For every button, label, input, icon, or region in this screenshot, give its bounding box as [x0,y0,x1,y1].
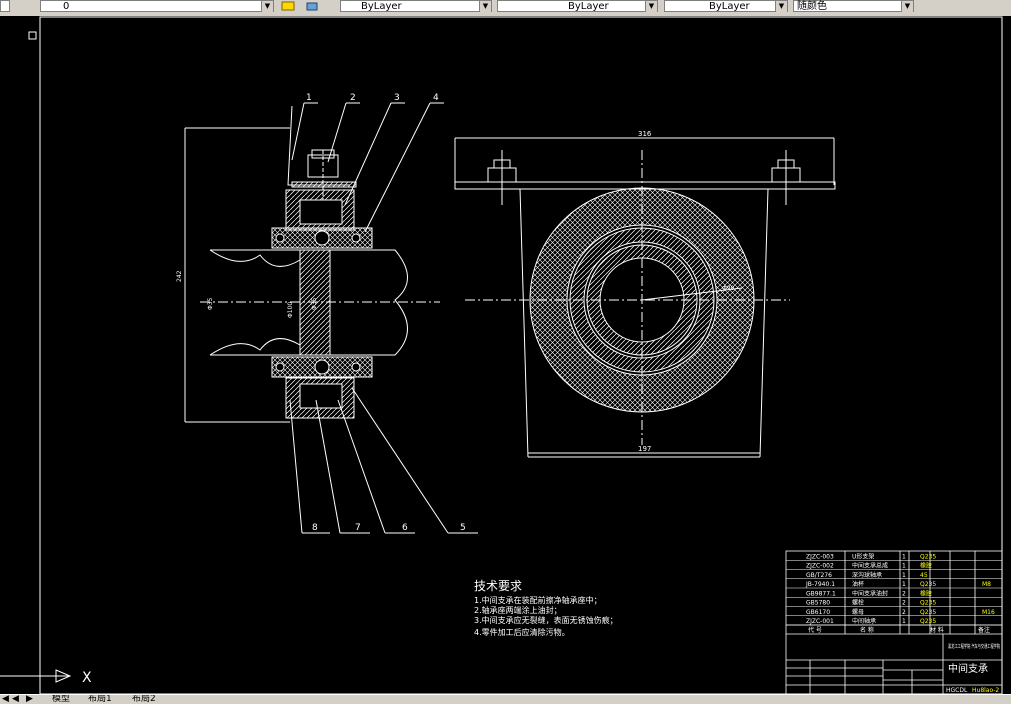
bom-cell-code: ZJZC-003 [806,553,834,560]
bom-cell-code: GB6170 [806,609,830,616]
bom-cell-code: ZJZC-002 [806,563,834,570]
balloon-3: 3 [394,93,400,103]
section-view: Φ35 Φ100 Φ35 242 [176,102,478,534]
dim-bottom-width-label: 197 [638,445,651,453]
bom-cell-mat: Q235 [920,609,936,616]
linetype-value: ByLayer [568,1,609,12]
notes-item-1: 1.中间支承在装配前擦净轴承座中； [474,595,602,605]
lineweight-combo[interactable]: ByLayer ▼ [664,0,788,12]
notes-item-4: 4.零件加工后应清除污物。 [474,627,570,637]
bom-cell-qty: 1 [902,563,906,570]
plotstyle-value: 随颜色 [797,1,827,12]
dim-top-width-label: 316 [638,130,652,138]
bom-cell-qty: 1 [902,581,906,588]
chevron-down-icon[interactable]: ▼ [645,1,657,12]
dim-height-label: 242 [176,270,183,282]
bom-cell-name: 中间轴承 [852,617,876,625]
balloon-8: 8 [312,523,318,533]
bom-cell-code: GB/T276 [806,572,832,579]
notes-title: 技术要求 [474,579,522,593]
layer-icon-box[interactable] [0,0,10,12]
bom-cell-mat: 45 [920,572,928,579]
bom-cell-code: GB9877.1 [806,590,836,597]
layer-state-icon[interactable] [281,0,295,12]
bom-cell-mat: Q235 [920,618,936,625]
balloon-6: 6 [402,523,408,533]
end-view [454,137,836,458]
color-value: ByLayer [361,1,402,12]
bom-cell-qty: 2 [902,609,906,616]
lineweight-value: ByLayer [709,1,750,12]
notes-item-3: 3.中间支承应无裂缝，表面无锈蚀伤痕； [474,615,618,625]
ucs-icon [0,669,72,683]
bom-cell-mat: 橡胶 [920,562,932,570]
balloon-7: 7 [355,523,361,533]
bom-cell-name: 中间支承总成 [852,562,888,570]
balloon-5: 5 [460,523,466,533]
bom-table: ZJZC-003 U形支架 1 Q235 ZJZC-002 中间支承总成 1 橡胶 GB/T27… [786,552,1002,626]
bom-cell-code: JB-7940.1 [805,581,835,588]
bom-cell-note: M16 [982,609,995,616]
drawing-canvas[interactable]: Φ35 Φ100 Φ35 242 1 2 3 4 5 6 7 8 316 197… [0,16,1011,695]
bom-cell-qty: 2 [902,590,906,597]
bom-cell-name: 中间支承油封 [852,589,888,597]
drawing-number: HGCDL [946,687,968,694]
layer-combo[interactable]: 0 ▼ [40,0,274,12]
school-name: 黑龙江工程学院 汽车与交通工程学院 [948,643,1000,650]
layer-previous-icon[interactable] [305,0,319,12]
bom-cell-qty: 1 [902,572,906,579]
balloon-4: 4 [433,93,439,103]
bom-header-material: 材 料 [930,626,944,634]
bom-cell-name: U形支架 [852,552,874,560]
bom-cell-qty: 1 [902,553,906,560]
linetype-combo[interactable]: ByLayer ▼ [497,0,658,12]
color-combo[interactable]: ByLayer ▼ [340,0,492,12]
bom-cell-code: ZJZC-001 [806,618,834,625]
balloon-1: 1 [306,93,312,103]
notes-item-2: 2.轴承座两端涂上油封； [474,605,562,615]
bom-cell-note: M8 [982,581,991,588]
dim-inner-label: Φ35 [311,297,318,310]
drawing-name: 中间支承 [948,662,988,675]
bom-cell-code: GB5780 [806,600,830,607]
chevron-down-icon[interactable]: ▼ [775,1,787,12]
bom-cell-name: 螺栓 [852,599,864,607]
bom-cell-mat: Q235 [920,553,936,560]
chevron-down-icon[interactable]: ▼ [901,1,913,12]
bom-cell-name: 螺母 [852,608,864,616]
chevron-down-icon[interactable]: ▼ [261,1,273,12]
dim-shaft-label: Φ35 [207,297,214,310]
bom-cell-name: 油杯 [852,580,864,588]
layer-value: 0 [63,1,70,12]
bom-cell-name: 深沟球轴承 [852,571,882,579]
plotstyle-combo[interactable]: 随颜色 ▼ [793,0,914,12]
bom-header-note: 备注 [978,626,990,634]
properties-toolbar: 0 ▼ ByLayer ▼ ByLayer ▼ ByLayer ▼ 随颜色 ▼ [0,0,1011,17]
dim-outer-dia-label: Φ90 [722,285,735,292]
bom-cell-mat: Q235 [920,600,936,607]
ucs-x-label: X [82,670,92,686]
bom-header-code: 代 号 [808,626,822,634]
bom-cell-qty: 2 [902,600,906,607]
bom-cell-mat: Q235 [920,581,936,588]
technical-notes: 技术要求 1.中间支承在装配前擦净轴承座中； 2.轴承座两端涂上油封； 3.中间… [474,579,618,637]
drawing-number-suffix: Hu8lao-2 [972,687,999,694]
bom-cell-qty: 1 [902,618,906,625]
balloon-2: 2 [350,93,356,103]
bom-cell-mat: 橡胶 [920,589,932,597]
bom-header-name: 名 称 [860,626,874,634]
dim-bearing-label: Φ100 [287,302,294,318]
drawing-svg: Φ35 Φ100 Φ35 242 1 2 3 4 5 6 7 8 316 197… [0,16,1003,695]
viewport-corner-icon [28,31,37,40]
chevron-down-icon[interactable]: ▼ [479,1,491,12]
